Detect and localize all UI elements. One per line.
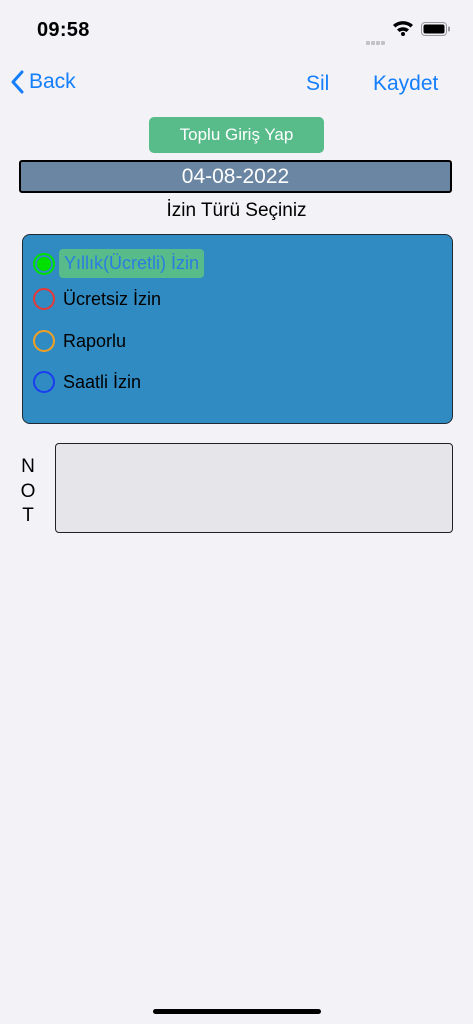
radio-option-unpaid[interactable]: Ücretsiz İzin bbox=[33, 288, 161, 310]
back-button[interactable]: Back bbox=[10, 70, 76, 94]
chevron-left-icon bbox=[11, 70, 24, 94]
note-textarea[interactable] bbox=[55, 443, 453, 533]
save-button[interactable]: Kaydet bbox=[373, 72, 438, 96]
radio-option-hourly[interactable]: Saatli İzin bbox=[33, 371, 141, 393]
leave-type-prompt: İzin Türü Seçiniz bbox=[166, 200, 307, 221]
radio-unselected-icon bbox=[33, 371, 55, 393]
radio-selected-icon bbox=[33, 252, 55, 275]
radio-unselected-icon bbox=[33, 330, 55, 352]
radio-option-report[interactable]: Raporlu bbox=[33, 330, 126, 352]
leave-type-radio-group: Yıllık(Ücretli) İzin Ücretsiz İzin Rapor… bbox=[22, 234, 453, 424]
note-label-letter: N bbox=[21, 456, 35, 477]
radio-option-annual[interactable]: Yıllık(Ücretli) İzin bbox=[33, 249, 205, 278]
radio-option-label: Saatli İzin bbox=[63, 371, 142, 392]
note-label-letter: O bbox=[20, 480, 36, 502]
cellular-signal-icon bbox=[366, 32, 386, 50]
note-label: N O T bbox=[20, 455, 36, 529]
radio-option-label: Ücretsiz İzin bbox=[63, 288, 162, 309]
wifi-icon bbox=[392, 20, 414, 41]
date-field[interactable]: 04-08-2022 bbox=[19, 160, 452, 193]
status-time: 09:58 bbox=[37, 19, 90, 41]
home-indicator[interactable] bbox=[153, 1009, 321, 1014]
back-button-label: Back bbox=[29, 70, 76, 93]
delete-button[interactable]: Sil bbox=[306, 72, 329, 96]
note-label-letter: T bbox=[22, 505, 34, 526]
navigation-bar: Back Sil Kaydet bbox=[0, 60, 473, 106]
bulk-entry-button[interactable]: Toplu Giriş Yap bbox=[149, 117, 324, 153]
battery-icon bbox=[421, 22, 451, 42]
radio-option-label: Raporlu bbox=[63, 330, 127, 351]
radio-unselected-icon bbox=[33, 288, 55, 310]
status-bar: 09:58 bbox=[0, 0, 473, 58]
radio-option-label: Yıllık(Ücretli) İzin bbox=[59, 249, 205, 278]
